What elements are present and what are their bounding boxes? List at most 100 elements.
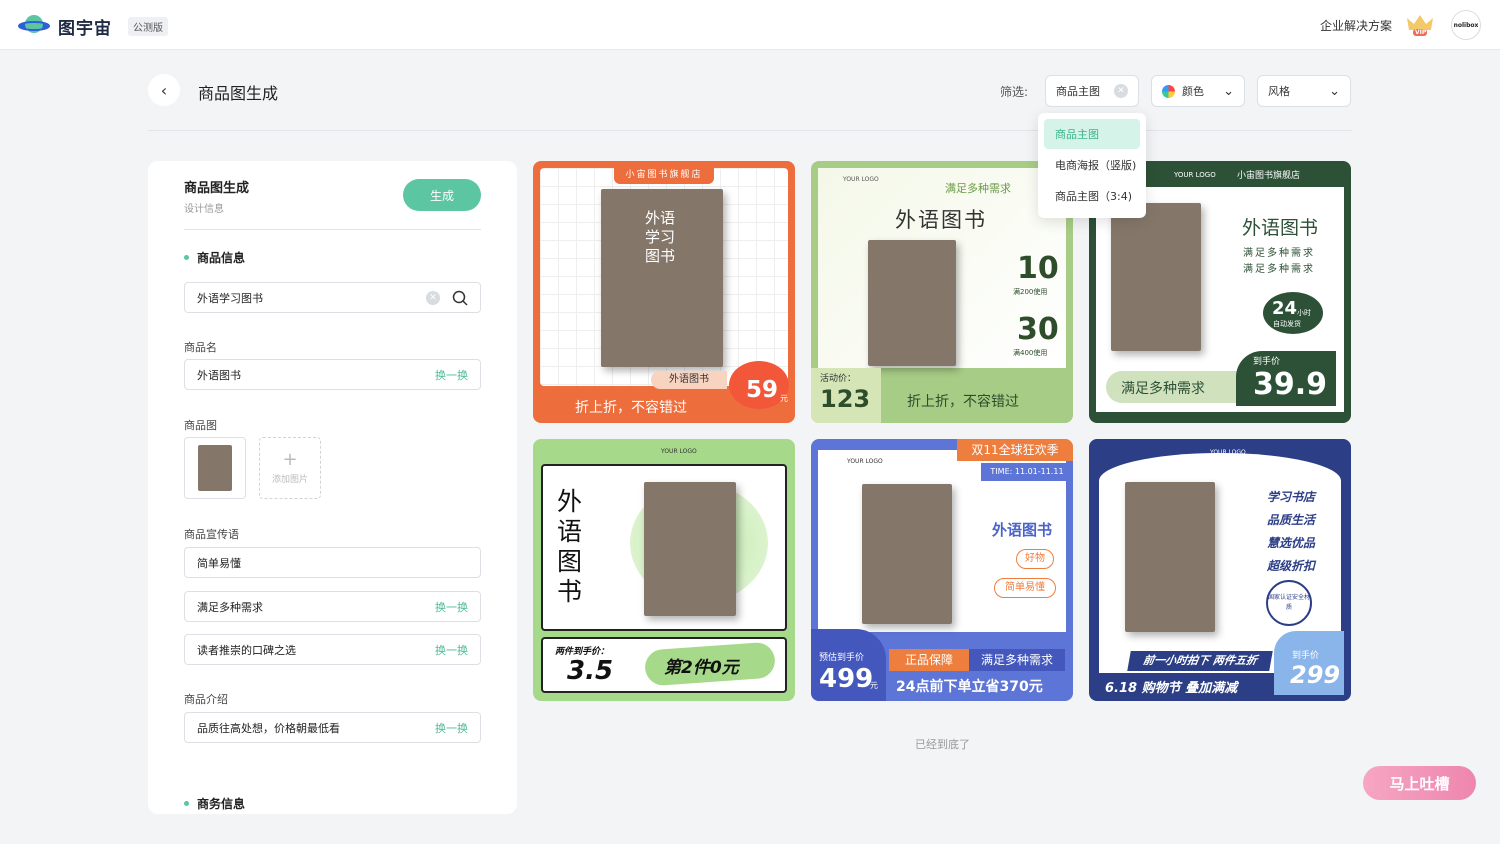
book-cover — [644, 482, 736, 616]
product-image-thumbnail[interactable] — [184, 437, 246, 499]
panel-title: 商品图生成 — [184, 181, 250, 196]
generate-button[interactable]: 生成 — [403, 179, 481, 211]
top-bar: 图宇宙 公测版 企业解决方案 VIP nolibox — [0, 0, 1500, 50]
price-value: 39.9 — [1253, 367, 1328, 402]
result-card-1[interactable]: 小宙图书旗舰店 外语学习图书 外语图书 59 元 折上折，不容错过 — [533, 161, 795, 423]
dropdown-option-poster[interactable]: 电商海报（竖版) — [1044, 150, 1140, 180]
guarantee-tag: 正品保障 — [889, 649, 969, 671]
chevron-down-icon: ⌄ — [1329, 83, 1340, 99]
card-slogan: 满足多种需求 — [1121, 381, 1205, 397]
store-banner: 小宙图书旗舰店 — [614, 166, 714, 184]
price-value: 299 — [1290, 661, 1341, 689]
book-cover — [1125, 482, 1215, 632]
product-image-label: 商品图 — [184, 419, 217, 432]
book-cover — [868, 240, 956, 366]
type-filter-dropdown: 商品主图 电商海报（竖版) 商品主图（3:4) — [1038, 113, 1146, 218]
avatar[interactable]: nolibox — [1451, 10, 1481, 40]
product-name-field[interactable]: 外语图书 换一换 — [184, 359, 481, 390]
price-value: 3.5 — [567, 656, 614, 686]
search-input[interactable]: 外语学习图书 ✕ — [184, 282, 481, 313]
result-card-6[interactable]: YOUR LOGO 学习书店 品质生活 慧选优品 超级折扣 国家认证安全材质 前… — [1089, 439, 1351, 701]
planet-logo-icon[interactable] — [18, 12, 50, 38]
slogan-value-1: 简单易懂 — [197, 556, 241, 570]
card-title: 外语图书 — [992, 521, 1053, 539]
type-filter-select[interactable]: 商品主图 ✕ — [1045, 75, 1139, 107]
intro-field[interactable]: 品质往高处想，价格朝最低看 换一换 — [184, 712, 481, 743]
logo-text: YOUR LOGO — [843, 176, 879, 183]
search-input-value: 外语学习图书 — [197, 291, 263, 305]
clear-icon[interactable]: ✕ — [1114, 84, 1128, 98]
price-label: 活动价： — [820, 374, 857, 384]
card-slogan: 折上折，不容错过 — [907, 394, 1019, 410]
card-sub-2: 满足多种需求 — [1243, 264, 1315, 275]
style-filter-select[interactable]: 风格 ⌄ — [1257, 75, 1351, 107]
time-banner: TIME: 11.01-11.11 — [981, 463, 1073, 481]
slogan-field-1[interactable]: 简单易懂 — [184, 547, 481, 578]
swap-button[interactable]: 换一换 — [435, 367, 468, 383]
slogan-field-2[interactable]: 满足多种需求 换一换 — [184, 591, 481, 622]
price-value: 499 — [819, 664, 874, 694]
dropdown-option-main-34[interactable]: 商品主图（3:4) — [1044, 181, 1140, 211]
book-cover — [1111, 203, 1201, 351]
price-value: 59 — [746, 377, 779, 403]
feature-3: 慧选优品 — [1267, 536, 1316, 550]
slogan-value-2: 满足多种需求 — [197, 600, 263, 614]
color-filter-label: 颜色 — [1182, 85, 1204, 98]
guarantee-tag-2: 满足多种需求 — [969, 649, 1065, 671]
product-name-value: 外语图书 — [197, 368, 241, 382]
vip-label: VIP — [1415, 29, 1427, 36]
bottom-slogan: 6.18 购物节 叠加满减 — [1105, 681, 1238, 696]
panel-divider — [184, 229, 481, 230]
color-filter-select[interactable]: 颜色 ⌄ — [1151, 75, 1245, 107]
chevron-left-icon: ‹ — [160, 80, 168, 100]
beta-badge: 公测版 — [128, 17, 168, 36]
slogan-field-3[interactable]: 读者推崇的口碑之选 换一换 — [184, 634, 481, 665]
vip-crown-icon[interactable]: VIP — [1405, 12, 1435, 38]
filter-label: 筛选: — [1000, 85, 1029, 99]
hours-value: 24 — [1272, 298, 1298, 319]
chevron-down-icon: ⌄ — [1223, 83, 1234, 99]
category-tag: 外语图书 — [651, 371, 727, 389]
top-banner: 双11全球狂欢季 — [957, 439, 1073, 461]
color-wheel-icon — [1162, 84, 1175, 98]
product-name-label: 商品名 — [184, 341, 217, 354]
swap-button[interactable]: 换一换 — [435, 599, 468, 615]
swap-button[interactable]: 换一换 — [435, 642, 468, 658]
result-card-5[interactable]: 双11全球狂欢季 TIME: 11.01-11.11 YOUR LOGO 外语图… — [811, 439, 1073, 701]
panel-subtitle: 设计信息 — [184, 204, 224, 215]
feature-4: 超级折扣 — [1267, 559, 1316, 573]
dropdown-option-main[interactable]: 商品主图 — [1044, 119, 1140, 149]
tag-1: 好物 — [1016, 549, 1054, 569]
slogan-label: 商品宣传语 — [184, 528, 239, 541]
result-card-4[interactable]: YOUR LOGO 外语图书 两件到手价： 3.5 第2件0元 — [533, 439, 795, 701]
section-business-info: 商务信息 — [184, 795, 245, 812]
certified-badge: 国家认证安全材质 — [1266, 580, 1312, 626]
price-label: 预估到手价 — [819, 653, 865, 663]
clear-icon[interactable]: ✕ — [426, 290, 440, 305]
enterprise-solution-link[interactable]: 企业解决方案 — [1320, 17, 1392, 34]
swap-button[interactable]: 换一换 — [435, 720, 468, 736]
promo-banner: 前一小时拍下 两件五折 — [1127, 651, 1273, 671]
hours-unit: 小时 — [1297, 309, 1311, 317]
book-cover-thumb — [198, 445, 232, 491]
form-panel: 商品图生成 设计信息 生成 商品信息 外语学习图书 ✕ 商品名 外语图书 换一换… — [148, 161, 517, 814]
feedback-button[interactable]: 马上吐槽 — [1363, 766, 1476, 800]
plus-icon: + — [282, 448, 298, 470]
list-end-text: 已经到底了 — [915, 738, 970, 751]
feature-2: 品质生活 — [1267, 513, 1316, 527]
page-title: 商品图生成 — [198, 84, 279, 103]
logo-text: YOUR LOGO — [1210, 449, 1246, 456]
search-icon[interactable] — [452, 290, 468, 306]
brand-name[interactable]: 图宇宙 — [58, 14, 112, 39]
coupon-30: 30 — [1017, 312, 1059, 347]
add-image-label: 添加图片 — [271, 474, 308, 485]
logo-text: YOUR LOGO — [847, 458, 883, 465]
logo-text: YOUR LOGO — [661, 448, 697, 455]
logo-text: YOUR LOGO — [1174, 171, 1216, 179]
add-image-button[interactable]: + 添加图片 — [259, 437, 321, 499]
price-label: 到手价 — [1292, 651, 1320, 661]
back-button[interactable]: ‹ — [148, 74, 180, 106]
feature-1: 学习书店 — [1267, 490, 1316, 504]
coupon-10: 10 — [1017, 251, 1059, 286]
result-card-2[interactable]: YOUR LOGO 满足多种需求 外语图书 10 满200使用 30 满400使… — [811, 161, 1073, 423]
